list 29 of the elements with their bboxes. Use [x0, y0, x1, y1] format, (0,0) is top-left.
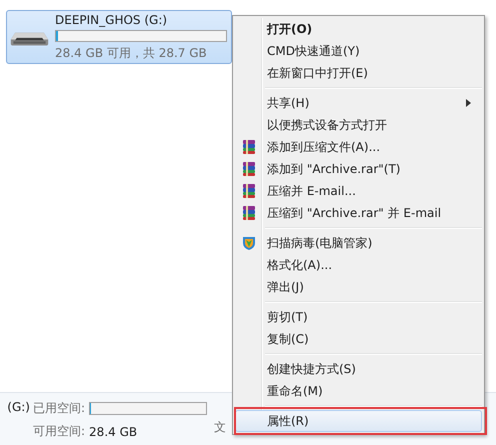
books-icon — [241, 139, 257, 155]
drive-tile[interactable]: DEEPIN_GHOS (G:) 28.4 GB 可用，共 28.7 GB — [6, 10, 232, 64]
books-icon — [241, 183, 257, 199]
menu-item[interactable]: CMD快速通道(Y) — [235, 40, 482, 62]
menu-item[interactable]: 压缩并 E-mail... — [235, 180, 482, 202]
menu-item[interactable]: 重命名(M) — [235, 380, 482, 402]
menu-item[interactable]: 打开(O) — [235, 18, 482, 40]
books-icon — [241, 205, 257, 221]
menu-item[interactable]: 共享(H) — [235, 92, 482, 114]
shield-icon — [241, 235, 257, 251]
menu-item[interactable]: 添加到 "Archive.rar"(T) — [235, 158, 482, 180]
used-space-label: 已用空间: — [33, 400, 86, 417]
menu-item[interactable]: 以便携式设备方式打开 — [235, 114, 482, 136]
books-icon — [241, 161, 257, 177]
detail-text: 文 — [214, 419, 226, 436]
menu-item[interactable]: 创建快捷方式(S) — [235, 358, 482, 380]
menu-item[interactable]: 格式化(A)... — [235, 254, 482, 276]
drive-space-text: 28.4 GB 可用，共 28.7 GB — [55, 44, 208, 62]
menu-item[interactable]: 复制(C) — [235, 328, 482, 350]
menu-item[interactable]: 扫描病毒(电脑管家) — [235, 232, 482, 254]
menu-item[interactable]: 弹出(J) — [235, 276, 482, 298]
drive-name: (G:) — [7, 400, 30, 414]
free-space-label: 可用空间: — [33, 423, 86, 440]
menu-item[interactable]: 在新窗口中打开(E) — [235, 62, 482, 84]
free-space-value: 28.4 GB — [89, 424, 138, 438]
menu-item[interactable]: 剪切(T) — [235, 306, 482, 328]
drive-name: DEEPIN_GHOS (G:) — [55, 12, 168, 26]
menu-item[interactable]: 添加到压缩文件(A)... — [235, 136, 482, 158]
menu-item[interactable]: 压缩到 "Archive.rar" 并 E-mail — [235, 202, 482, 224]
